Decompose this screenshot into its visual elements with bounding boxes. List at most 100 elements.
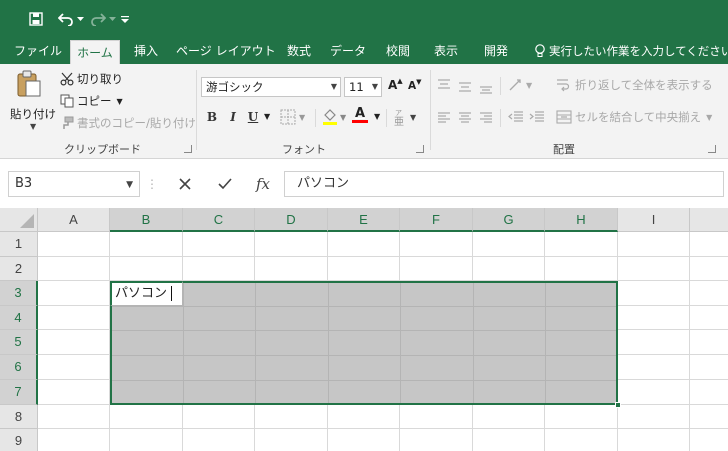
row-header[interactable]: 8 [0, 405, 38, 429]
tab-view[interactable]: 表示 [428, 38, 464, 64]
column-header[interactable]: B [110, 208, 183, 232]
undo-icon[interactable] [58, 11, 74, 27]
divider [386, 109, 387, 127]
merge-dropdown-icon[interactable]: ▼ [706, 113, 712, 122]
font-group-label: フォント [282, 143, 326, 156]
name-box[interactable]: B3 ▼ [8, 171, 140, 197]
tell-me-search[interactable]: 実行したい作業を入力してください [534, 38, 728, 64]
text-caret [171, 286, 173, 301]
column-header[interactable]: H [545, 208, 618, 232]
select-all-button[interactable] [0, 208, 38, 232]
cancel-entry-button[interactable] [172, 171, 198, 197]
tab-file[interactable]: ファイル [14, 38, 62, 64]
row-header[interactable]: 2 [0, 257, 38, 281]
orientation-button[interactable]: ▼ [508, 78, 532, 92]
align-middle-icon [459, 82, 471, 92]
column-header[interactable]: C [183, 208, 255, 232]
column-header[interactable]: F [400, 208, 473, 232]
scissors-icon [60, 72, 74, 86]
decrease-indent-button[interactable] [508, 110, 524, 124]
shrink-font-icon[interactable]: A ▼ [408, 78, 422, 92]
column-header[interactable]: G [473, 208, 545, 232]
formula-input[interactable]: パソコン [284, 171, 724, 197]
divider [500, 109, 501, 127]
italic-button[interactable]: I [224, 108, 242, 126]
row-header[interactable]: 6 [0, 355, 38, 380]
row-header[interactable]: 1 [0, 232, 38, 257]
paste-icon [17, 70, 41, 97]
increase-indent-button[interactable] [529, 110, 545, 124]
merge-center-button[interactable]: セルを結合して中央揃え ▼ [556, 109, 712, 125]
tab-review[interactable]: 校閲 [380, 38, 416, 64]
undo-dropdown-icon[interactable] [76, 11, 84, 27]
wrap-text-button[interactable]: 折り返して全体を表示する [556, 77, 713, 93]
align-center-button[interactable] [458, 110, 472, 124]
redo-icon[interactable] [90, 11, 106, 27]
row-header[interactable]: 5 [0, 330, 38, 355]
alignment-launcher-icon[interactable] [708, 145, 716, 153]
close-icon [179, 178, 191, 190]
column-header[interactable]: E [328, 208, 400, 232]
font-size-dropdown[interactable]: 11 ▼ [344, 77, 382, 97]
insert-function-button[interactable]: fx [250, 171, 276, 197]
group-divider [430, 70, 431, 150]
gridline [38, 428, 728, 429]
tab-data[interactable]: データ [326, 38, 370, 64]
row-header[interactable]: 3 [0, 281, 38, 306]
align-middle-button[interactable] [458, 79, 472, 93]
drag-handle-icon[interactable]: ⋮ [146, 177, 158, 191]
save-icon[interactable] [28, 11, 44, 27]
tab-home[interactable]: ホーム [70, 40, 120, 64]
redo-dropdown-icon[interactable] [108, 11, 116, 27]
active-cell[interactable]: パソコン [110, 281, 183, 306]
text-orientation-icon [509, 79, 521, 91]
fill-color-button[interactable]: ▼ [322, 108, 346, 126]
align-right-button[interactable] [479, 110, 493, 124]
row-header[interactable]: 9 [0, 429, 38, 451]
column-header[interactable]: A [38, 208, 110, 232]
confirm-entry-button[interactable] [212, 171, 238, 197]
svg-text:亜: 亜 [394, 117, 404, 126]
grow-font-icon[interactable]: A ▲ [388, 77, 403, 92]
align-top-button[interactable] [437, 78, 451, 92]
tab-page-layout[interactable]: ページ レイアウト [176, 38, 276, 64]
copy-button[interactable]: コピー ▼ [60, 93, 123, 109]
column-header[interactable]: D [255, 208, 328, 232]
clipboard-launcher-icon[interactable] [184, 145, 192, 153]
row-header[interactable]: 7 [0, 380, 38, 405]
group-divider [196, 70, 197, 150]
format-painter-button[interactable]: 書式のコピー/貼り付け [60, 115, 196, 131]
font-name-dropdown[interactable]: 游ゴシック ▼ [201, 77, 341, 97]
tab-developer[interactable]: 開発 [478, 38, 514, 64]
customize-qat-icon[interactable] [120, 11, 130, 27]
borders-button[interactable]: ▼ [280, 109, 305, 125]
align-bottom-button[interactable] [479, 81, 493, 95]
font-color-button[interactable]: A [352, 106, 368, 123]
underline-dropdown-icon[interactable]: ▼ [264, 112, 270, 121]
selection-range[interactable] [110, 281, 618, 405]
paste-button[interactable] [12, 70, 46, 98]
chevron-down-icon[interactable]: ▼ [126, 173, 133, 197]
font-color-swatch [352, 120, 368, 123]
lightbulb-icon [535, 44, 545, 57]
row-header[interactable]: 4 [0, 306, 38, 330]
underline-button[interactable]: U [244, 108, 262, 126]
fill-handle[interactable] [615, 402, 621, 408]
align-top-icon [438, 79, 450, 89]
copy-dropdown-icon[interactable]: ▼ [117, 97, 123, 106]
column-header[interactable] [690, 208, 728, 232]
phonetic-button[interactable]: ア亜 ▼ [392, 108, 416, 126]
font-launcher-icon[interactable] [416, 145, 424, 153]
align-left-button[interactable] [437, 110, 451, 124]
tell-me-text: 実行したい作業を入力してください [549, 44, 728, 58]
paste-dropdown-icon[interactable]: ▼ [30, 122, 36, 131]
bold-button[interactable]: B [203, 108, 221, 126]
paste-label[interactable]: 貼り付け [10, 106, 56, 122]
column-header[interactable]: I [618, 208, 690, 232]
tab-formulas[interactable]: 数式 [280, 38, 318, 64]
merge-center-label: セルを結合して中央揃え [575, 110, 702, 124]
tab-insert[interactable]: 挿入 [128, 38, 164, 64]
font-color-dropdown-icon[interactable]: ▼ [374, 112, 380, 121]
cut-label: 切り取り [77, 72, 123, 86]
cut-button[interactable]: 切り取り [60, 71, 123, 87]
